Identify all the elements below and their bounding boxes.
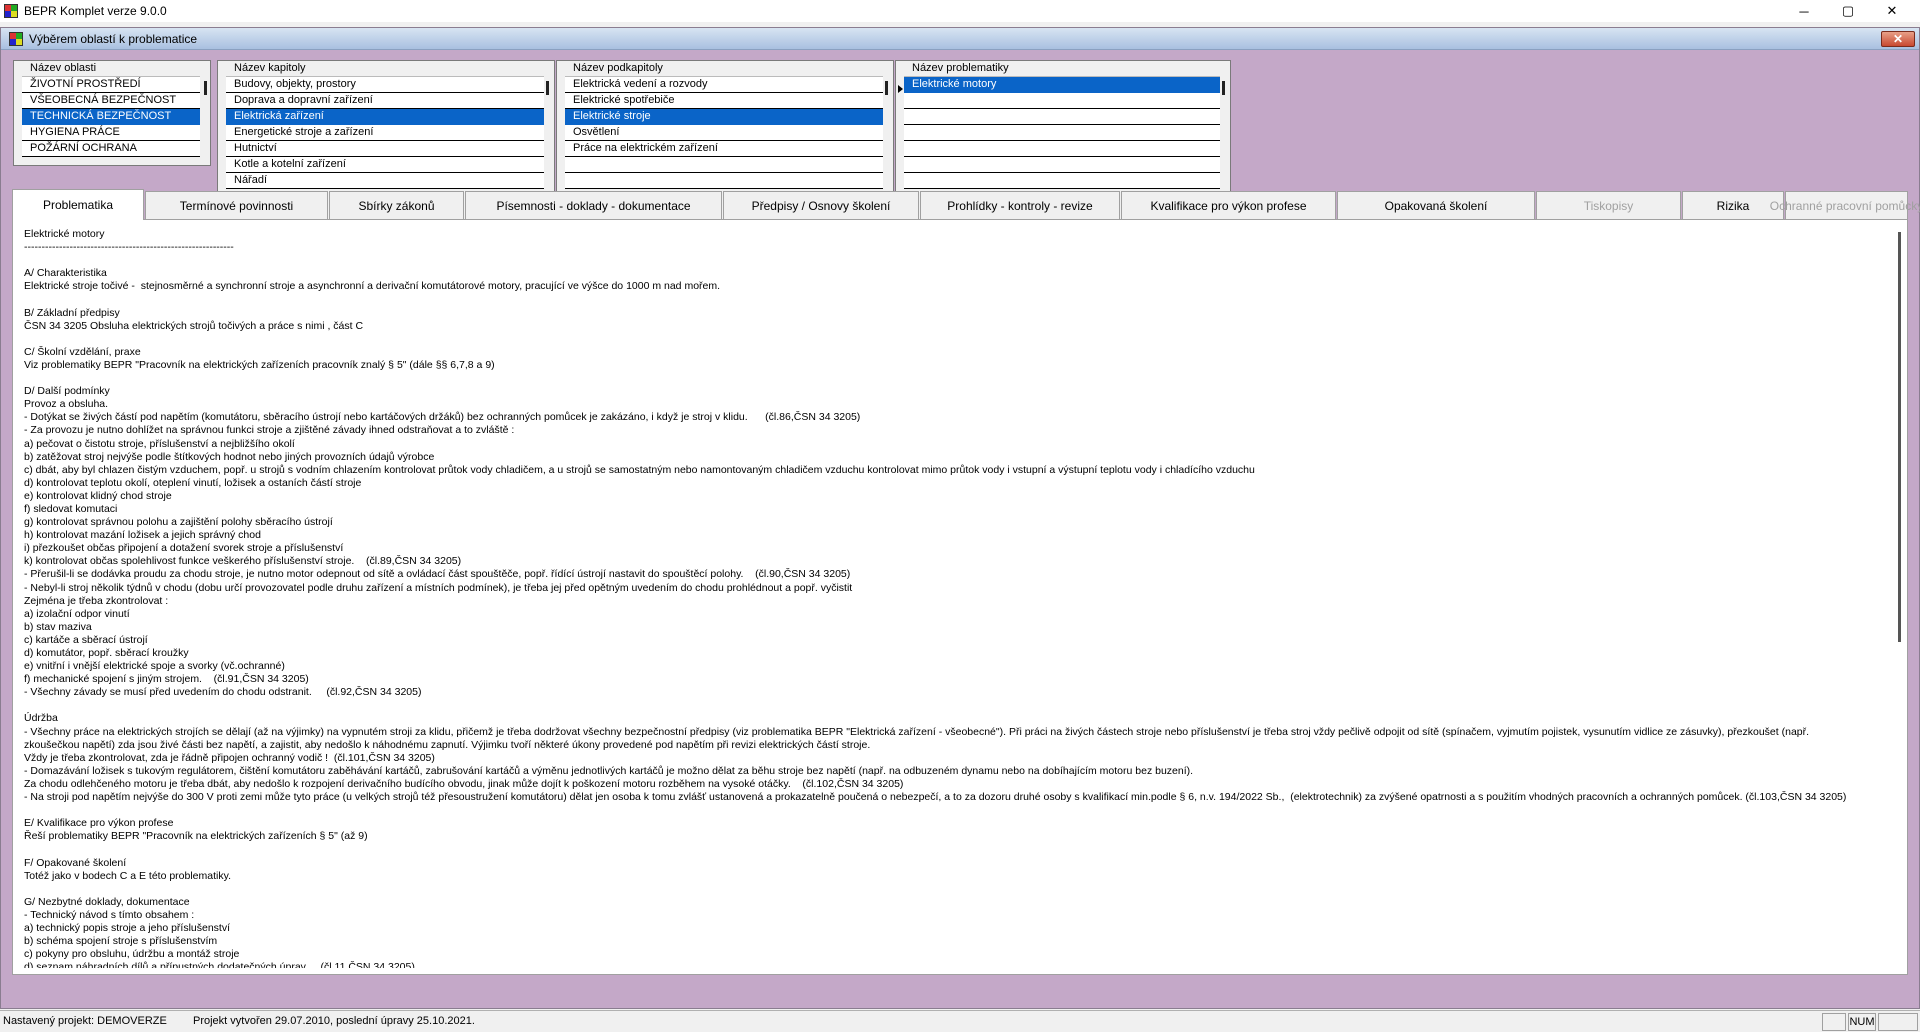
chapter-list-item[interactable]: Kotle a kotelní zařízení: [226, 157, 544, 173]
status-bar: Nastavený projekt: DEMOVERZE Projekt vyt…: [0, 1010, 1920, 1032]
tab-problematika[interactable]: Problematika: [12, 189, 144, 220]
problem-list-header: Název problematiky: [904, 61, 1220, 77]
chapter-list-item[interactable]: Nářadí: [226, 173, 544, 189]
area-list-item[interactable]: VŠEOBECNÁ BEZPEČNOST: [22, 93, 200, 109]
status-created: Projekt vytvořen 29.07.2010, poslední úp…: [193, 1015, 475, 1027]
area-list-item[interactable]: ŽIVOTNÍ PROSTŘEDÍ: [22, 77, 200, 93]
area-list-item[interactable]: HYGIENA PRÁCE: [22, 125, 200, 141]
chapter-list-item[interactable]: Doprava a dopravní zařízení: [226, 93, 544, 109]
subchapter-list-scrollbar[interactable]: [885, 81, 888, 95]
chapter-list-item[interactable]: Hutnictví: [226, 141, 544, 157]
subchapter-list-item[interactable]: [565, 157, 883, 173]
content-pane: Elektrické motory ----------------------…: [12, 219, 1908, 975]
tab-rizika[interactable]: Rizika: [1682, 191, 1784, 219]
dialog-titlebar: Výběrem oblastí k problematice ✕: [1, 28, 1919, 50]
problem-list-item[interactable]: [904, 157, 1220, 173]
subchapter-list-item[interactable]: Elektrická vedení a rozvody: [565, 77, 883, 93]
problem-list-item[interactable]: [904, 93, 1220, 109]
problem-list-item[interactable]: [904, 109, 1220, 125]
area-list-scrollbar[interactable]: [204, 81, 207, 95]
problem-list-item[interactable]: [904, 173, 1220, 189]
subchapter-list-item[interactable]: Práce na elektrickém zařízení: [565, 141, 883, 157]
chapter-list-header: Název kapitoly: [226, 61, 544, 77]
problem-list-item[interactable]: [904, 141, 1220, 157]
minimize-button[interactable]: ─: [1782, 0, 1826, 22]
subchapter-list-item[interactable]: Osvětlení: [565, 125, 883, 141]
app-titlebar: BEPR Komplet verze 9.0.0 ─ ▢ ✕: [0, 0, 1920, 22]
tab-prohlidky-kontroly-revize[interactable]: Prohlídky - kontroly - revize: [920, 191, 1120, 219]
subchapter-list-item[interactable]: Elektrické stroje: [565, 109, 883, 125]
problem-list-item[interactable]: Elektrické motory: [904, 77, 1220, 93]
subchapter-list-item[interactable]: Elektrické spotřebiče: [565, 93, 883, 109]
tab-pisemnosti-doklady-dokumentace[interactable]: Písemnosti - doklady - dokumentace: [465, 191, 722, 219]
tab-sbirky-zakonu[interactable]: Sbírky zákonů: [329, 191, 464, 219]
tab-strip: Problematika Termínové povinnosti Sbírky z…: [12, 189, 1920, 220]
chapter-list-item[interactable]: Elektrická zařízení: [226, 109, 544, 125]
areas-listbox[interactable]: Název oblasti ŽIVOTNÍ PROSTŘEDÍ VŠEOBECNÁ …: [13, 60, 211, 166]
problem-list-scrollbar[interactable]: [1222, 81, 1225, 95]
app-title: BEPR Komplet verze 9.0.0: [24, 4, 167, 18]
vertical-scrollbar[interactable]: [1898, 232, 1901, 642]
area-list-item[interactable]: TECHNICKÁ BEZPEČNOST: [22, 109, 200, 125]
chapter-list-item[interactable]: Budovy, objekty, prostory: [226, 77, 544, 93]
status-panel-empty-2: [1878, 1013, 1918, 1031]
area-list-header: Název oblasti: [22, 61, 200, 77]
chapter-list-scrollbar[interactable]: [546, 81, 549, 95]
row-pointer-icon: [898, 85, 903, 93]
problem-list-item[interactable]: [904, 125, 1220, 141]
maximize-button[interactable]: ▢: [1826, 0, 1870, 22]
subchapter-list-item[interactable]: [565, 173, 883, 189]
tab-kvalifikace-pro-vykon-profese[interactable]: Kvalifikace pro výkon profese: [1121, 191, 1336, 219]
app-logo-icon: [4, 4, 18, 18]
status-num-indicator: NUM: [1848, 1013, 1876, 1031]
subchapter-list-header: Název podkapitoly: [565, 61, 883, 77]
problem-description-text: Elektrické motory ----------------------…: [24, 228, 1847, 968]
dialog-logo-icon: [9, 31, 23, 46]
chapter-list-item[interactable]: Energetické stroje a zařízení: [226, 125, 544, 141]
status-panel-empty: [1822, 1013, 1846, 1031]
status-project: Nastavený projekt: DEMOVERZE: [3, 1015, 167, 1027]
dialog-close-button[interactable]: ✕: [1881, 31, 1915, 47]
area-list-item[interactable]: POŽÁRNÍ OCHRANA: [22, 141, 200, 157]
tab-opakovana-skoleni[interactable]: Opakovaná školení: [1337, 191, 1535, 219]
tab-predpisy-osnovy-skoleni[interactable]: Předpisy / Osnovy školení: [723, 191, 919, 219]
close-window-button[interactable]: ✕: [1870, 0, 1914, 22]
tab-terminove-povinnosti[interactable]: Termínové povinnosti: [145, 191, 328, 219]
tab-ochranne-pracovni-pomucky: Ochranné pracovní pomůcky: [1770, 191, 1920, 219]
tab-tiskopisy: Tiskopisy: [1536, 191, 1681, 219]
dialog-title: Výběrem oblastí k problematice: [29, 31, 198, 46]
